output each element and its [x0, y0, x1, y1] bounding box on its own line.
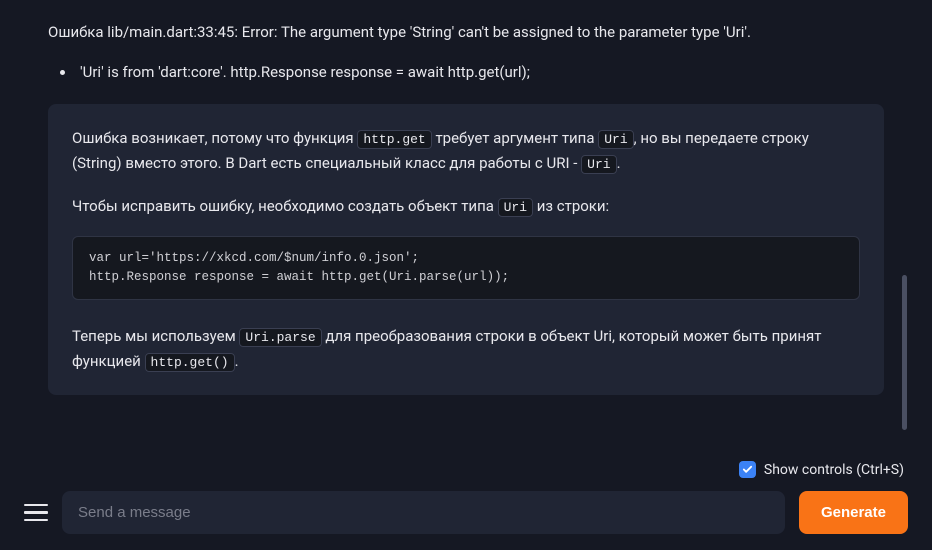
assistant-paragraph-1: Ошибка возникает, потому что функция htt…	[72, 126, 860, 176]
error-bullet-item: 'Uri' is from 'dart:core'. http.Response…	[76, 60, 884, 84]
text: требует аргумент типа	[432, 129, 598, 147]
message-input[interactable]	[62, 491, 785, 534]
checkbox-label: Show controls (Ctrl+S)	[764, 459, 904, 481]
assistant-paragraph-3: Теперь мы используем Uri.parse для преоб…	[72, 324, 860, 374]
checkbox-checked-icon[interactable]	[739, 461, 756, 478]
menu-icon[interactable]	[24, 504, 48, 522]
controls-row: Show controls (Ctrl+S)	[24, 459, 908, 481]
generate-button[interactable]: Generate	[799, 491, 908, 534]
inline-code-uri-parse: Uri.parse	[239, 328, 321, 347]
show-controls-toggle[interactable]: Show controls (Ctrl+S)	[739, 459, 904, 481]
assistant-paragraph-2: Чтобы исправить ошибку, необходимо созда…	[72, 194, 860, 219]
inline-code-uri: Uri	[498, 198, 533, 217]
text: Чтобы исправить ошибку, необходимо созда…	[72, 197, 498, 215]
chat-content: Ошибка lib/main.dart:33:45: Error: The a…	[0, 0, 932, 445]
user-message: Ошибка lib/main.dart:33:45: Error: The a…	[48, 20, 884, 84]
inline-code-uri: Uri	[581, 155, 616, 174]
text: из строки:	[533, 197, 609, 215]
error-text: Ошибка lib/main.dart:33:45: Error: The a…	[48, 20, 884, 44]
scrollbar-thumb[interactable]	[902, 275, 907, 430]
text: Ошибка возникает, потому что функция	[72, 129, 357, 147]
code-block[interactable]: var url='https://xkcd.com/$num/info.0.js…	[72, 236, 860, 300]
text: .	[235, 352, 239, 370]
inline-code-http-get-call: http.get()	[145, 353, 235, 372]
error-bullet-list: 'Uri' is from 'dart:core'. http.Response…	[48, 60, 884, 84]
text: Теперь мы используем	[72, 327, 239, 345]
inline-code-http-get: http.get	[357, 130, 431, 149]
inline-code-uri: Uri	[598, 130, 633, 149]
input-row: Generate	[24, 491, 908, 534]
text: .	[617, 154, 621, 172]
footer: Show controls (Ctrl+S) Generate	[0, 449, 932, 550]
assistant-message: Ошибка возникает, потому что функция htt…	[48, 104, 884, 395]
